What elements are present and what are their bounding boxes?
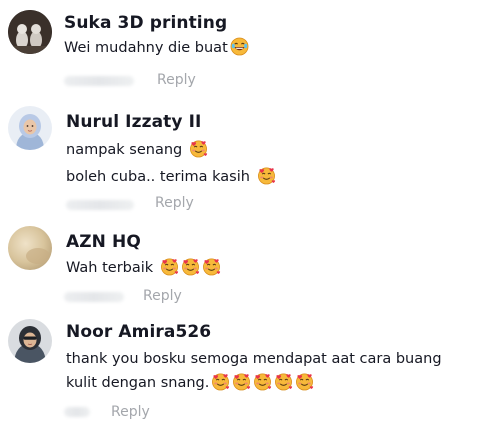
timestamp <box>64 407 90 417</box>
comment-line: Wah terbaik <box>66 260 158 276</box>
comment-line-row: nampak senang <box>66 138 276 162</box>
comment-line: Wei mudahny die buat <box>64 40 228 56</box>
avatar-hijab-woman-image <box>8 106 52 150</box>
comment-line-row: thank you bosku semoga mendapat aat cara… <box>66 347 442 371</box>
comment-line: boleh cuba.. terima kasih <box>66 169 255 185</box>
comment-item: Nurul Izzaty II nampak senang boleh cuba… <box>0 100 500 218</box>
smiling-face-with-hearts-icon <box>181 257 200 276</box>
comment-line: nampak senang <box>66 142 187 158</box>
comment-line-row: boleh cuba.. terima kasih <box>66 165 276 189</box>
avatar[interactable] <box>8 10 52 54</box>
avatar[interactable] <box>8 226 52 270</box>
laughing-tears-emoji-icon <box>230 37 249 56</box>
comment-line-row: kulit dengan snang. <box>66 371 442 395</box>
comment-item: Noor Amira526 thank you bosku semoga men… <box>0 313 500 423</box>
smiling-face-with-hearts-icon <box>160 257 179 276</box>
comment-text: Wei mudahny die buat <box>64 36 249 60</box>
comment-line: kulit dengan snang. <box>66 375 210 391</box>
smiling-face-with-hearts-icon <box>211 372 230 391</box>
comment-text: Wah terbaik <box>66 256 221 280</box>
commenter-name[interactable]: Nurul Izzaty II <box>66 112 201 132</box>
avatar[interactable] <box>8 319 52 363</box>
commenter-name[interactable]: AZN HQ <box>66 232 141 252</box>
reply-button[interactable]: Reply <box>155 195 194 211</box>
timestamp <box>64 292 124 302</box>
avatar-dark-hijab-woman-image <box>8 319 52 363</box>
timestamp <box>66 200 134 210</box>
commenter-name[interactable]: Noor Amira526 <box>66 322 211 342</box>
smiling-face-with-hearts-icon <box>189 139 208 158</box>
comment-line: thank you bosku semoga mendapat aat cara… <box>66 351 442 367</box>
avatar-beige-blur-image <box>8 226 52 270</box>
avatar[interactable] <box>8 106 52 150</box>
comment-item: Suka 3D printing Wei mudahny die buat Re… <box>0 0 500 100</box>
comment-text: thank you bosku semoga mendapat aat cara… <box>66 347 442 395</box>
smiling-face-with-hearts-icon <box>257 166 276 185</box>
comment-item: AZN HQ Wah terbaik Reply <box>0 218 500 313</box>
reply-button[interactable]: Reply <box>111 404 150 420</box>
comment-text: nampak senang boleh cuba.. terima kasih <box>66 138 276 189</box>
commenter-name[interactable]: Suka 3D printing <box>64 13 227 33</box>
smiling-face-with-hearts-icon <box>232 372 251 391</box>
smiling-face-with-hearts-icon <box>295 372 314 391</box>
smiling-face-with-hearts-icon <box>202 257 221 276</box>
smiling-face-with-hearts-icon <box>253 372 272 391</box>
timestamp <box>64 76 134 86</box>
avatar-figurines-image <box>8 10 52 54</box>
reply-button[interactable]: Reply <box>143 288 182 304</box>
reply-button[interactable]: Reply <box>157 72 196 88</box>
smiling-face-with-hearts-icon <box>274 372 293 391</box>
